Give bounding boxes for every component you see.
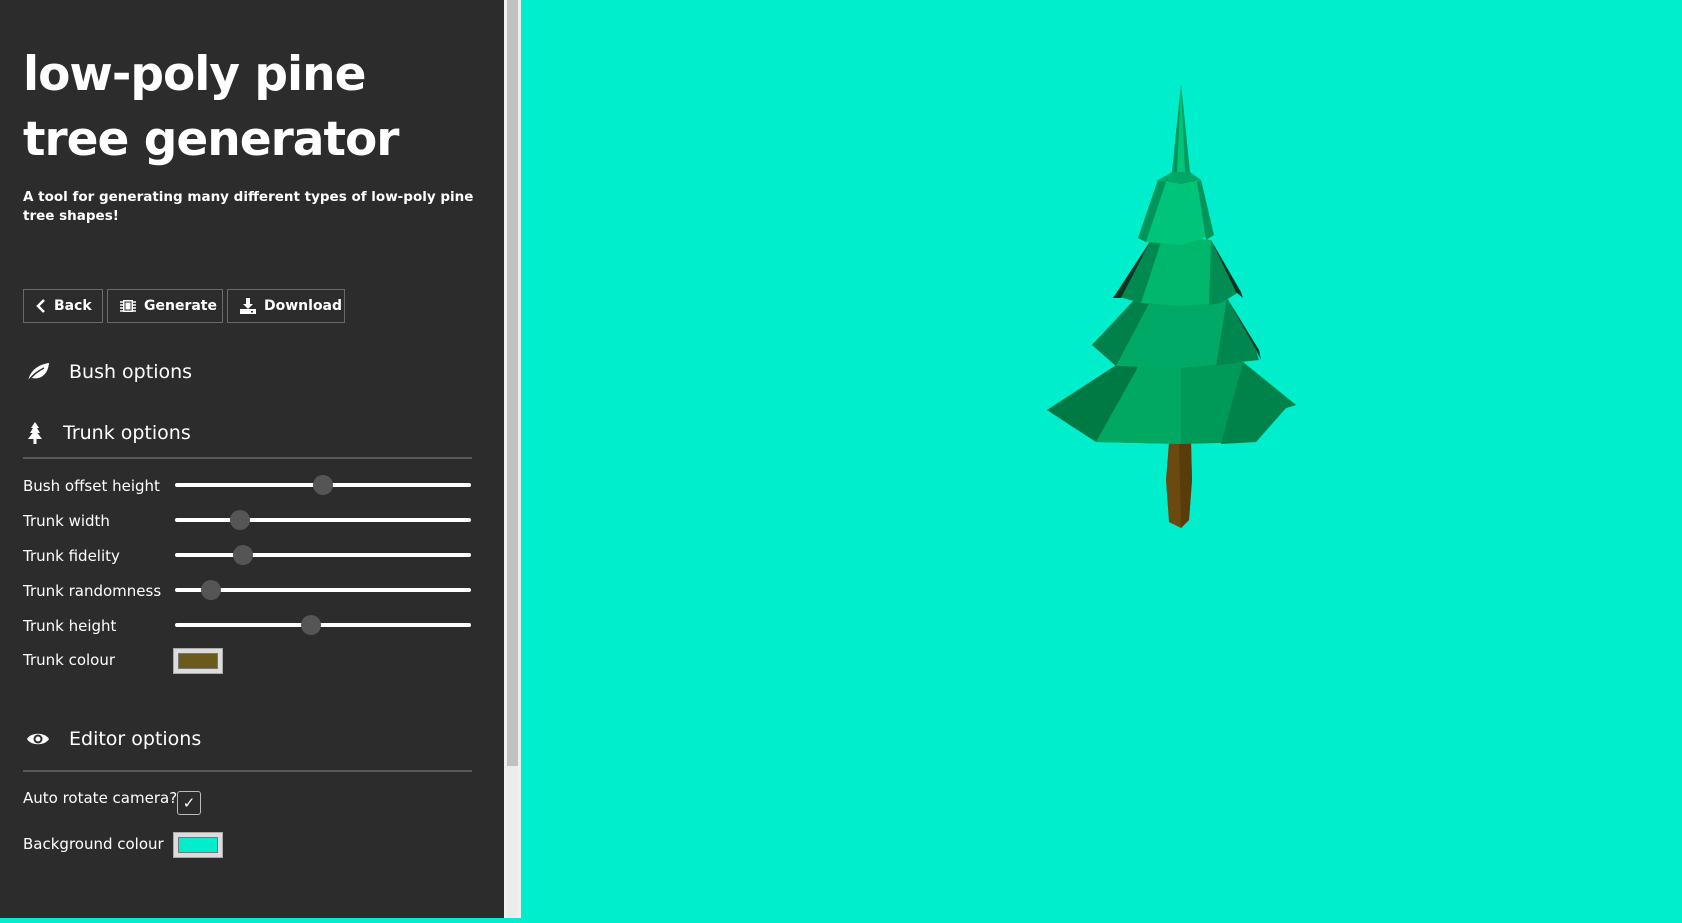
slider-track[interactable]	[175, 553, 471, 557]
trunk-options-divider	[23, 457, 472, 459]
trunk-colour-label: Trunk colour	[23, 651, 116, 669]
range-slider[interactable]	[175, 579, 471, 601]
scrollbar-track	[507, 766, 518, 918]
pine-tree-icon	[23, 422, 47, 444]
background-colour-swatch	[178, 837, 218, 853]
slider-label: Trunk width	[23, 512, 110, 530]
back-button[interactable]: Back	[23, 289, 103, 323]
bush-options-label: Bush options	[69, 361, 193, 383]
range-slider[interactable]	[175, 544, 471, 566]
slider-label: Bush offset height	[23, 477, 160, 495]
background-colour-picker[interactable]	[173, 832, 223, 858]
trunk-colour-picker[interactable]	[173, 648, 223, 674]
tree-trunk	[1166, 442, 1192, 528]
slider-thumb[interactable]	[313, 475, 333, 495]
download-icon	[240, 298, 256, 314]
chip-icon	[120, 298, 136, 314]
slider-label: Trunk height	[23, 617, 117, 635]
slider-thumb[interactable]	[200, 580, 221, 600]
leaf-icon	[23, 362, 53, 382]
slider-label: Trunk randomness	[23, 582, 162, 600]
editor-options-header[interactable]: Editor options	[23, 719, 473, 759]
trunk-options-header[interactable]: Trunk options	[23, 413, 473, 453]
range-slider[interactable]	[175, 474, 471, 496]
editor-options-label: Editor options	[69, 728, 202, 750]
pine-tree-render	[1047, 84, 1296, 528]
page-subtitle: A tool for generating many different typ…	[23, 189, 474, 224]
range-slider[interactable]	[175, 509, 471, 531]
checkmark-icon: ✓	[182, 795, 196, 812]
tree-foliage	[1047, 84, 1296, 444]
eye-icon	[23, 731, 53, 747]
auto-rotate-checkbox[interactable]: ✓	[177, 791, 201, 815]
background-colour-label: Background colour	[23, 835, 164, 853]
generate-button-label: Generate	[144, 298, 217, 314]
back-button-label: Back	[54, 298, 92, 314]
download-button[interactable]: Download	[227, 289, 345, 323]
slider-label: Trunk fidelity	[23, 547, 120, 565]
tree-3d-viewport[interactable]	[521, 0, 1682, 918]
page-title: low-poly pine tree generator	[23, 47, 399, 167]
sidebar-scrollbar[interactable]	[504, 0, 521, 918]
download-button-label: Download	[264, 298, 343, 314]
options-sidebar: low-poly pine tree generator A tool for …	[0, 0, 504, 918]
slider-thumb[interactable]	[233, 545, 254, 565]
bush-options-header[interactable]: Bush options	[23, 352, 473, 392]
generate-button[interactable]: Generate	[107, 289, 223, 323]
range-slider[interactable]	[175, 614, 471, 636]
auto-rotate-label: Auto rotate camera?	[23, 789, 178, 807]
editor-options-divider	[23, 770, 472, 772]
slider-thumb[interactable]	[301, 615, 322, 635]
chevron-left-icon	[36, 298, 46, 314]
trunk-colour-swatch	[178, 653, 218, 669]
slider-thumb[interactable]	[230, 510, 251, 530]
slider-track[interactable]	[175, 623, 471, 627]
scrollbar-thumb[interactable]	[507, 0, 518, 766]
trunk-options-label: Trunk options	[63, 422, 191, 444]
slider-track[interactable]	[175, 518, 471, 522]
